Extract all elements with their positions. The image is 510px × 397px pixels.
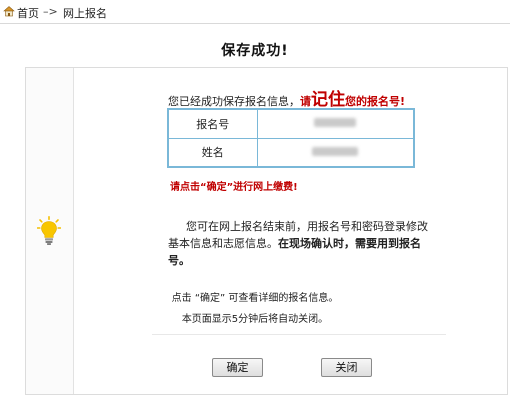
redacted-value [312,146,359,156]
name-label: 姓名 [167,137,258,168]
breadcrumb-home-link[interactable]: 首页 [17,5,39,21]
redacted-value [314,118,357,128]
info-paragraph: 您可在网上报名结束前，用报名号和密码登录修改基本信息和志愿信息。在现场确认时，需… [168,218,438,269]
remember-lead: 请 [300,95,311,108]
page-title: 保存成功! [221,43,289,59]
payment-notice: 请点击“确定”进行网上缴费! [170,182,298,193]
table-row: 报名号 [167,108,415,139]
table-row: 姓名 [167,137,415,168]
breadcrumb-separator: –> [43,5,58,18]
autoclose-notice: 本页面显示5分钟后将自动关闭。 [181,314,329,325]
registration-number-label: 报名号 [167,108,258,139]
breadcrumb: 首页 –> 网上报名 [0,0,510,24]
lightbulb-icon [37,216,61,245]
remember-emphasis: 记住 [311,90,345,110]
name-value [256,137,415,168]
divider [152,334,446,335]
success-message-text: 您已经成功保存报名信息， [168,95,300,108]
success-message: 您已经成功保存报名信息，请记住您的报名号! [168,85,405,110]
confirm-button[interactable]: 确定 [212,358,263,377]
home-icon[interactable] [3,5,15,17]
click-hint: 点击 “确定” 可查看详细的报名信息。 [171,293,339,304]
breadcrumb-current: 网上报名 [63,7,107,20]
registration-info-table: 报名号 姓名 [167,108,415,168]
registration-number-value [256,108,415,139]
icon-strip [26,68,74,394]
remember-tail: 您的报名号! [345,95,406,108]
close-button[interactable]: 关闭 [321,358,372,377]
